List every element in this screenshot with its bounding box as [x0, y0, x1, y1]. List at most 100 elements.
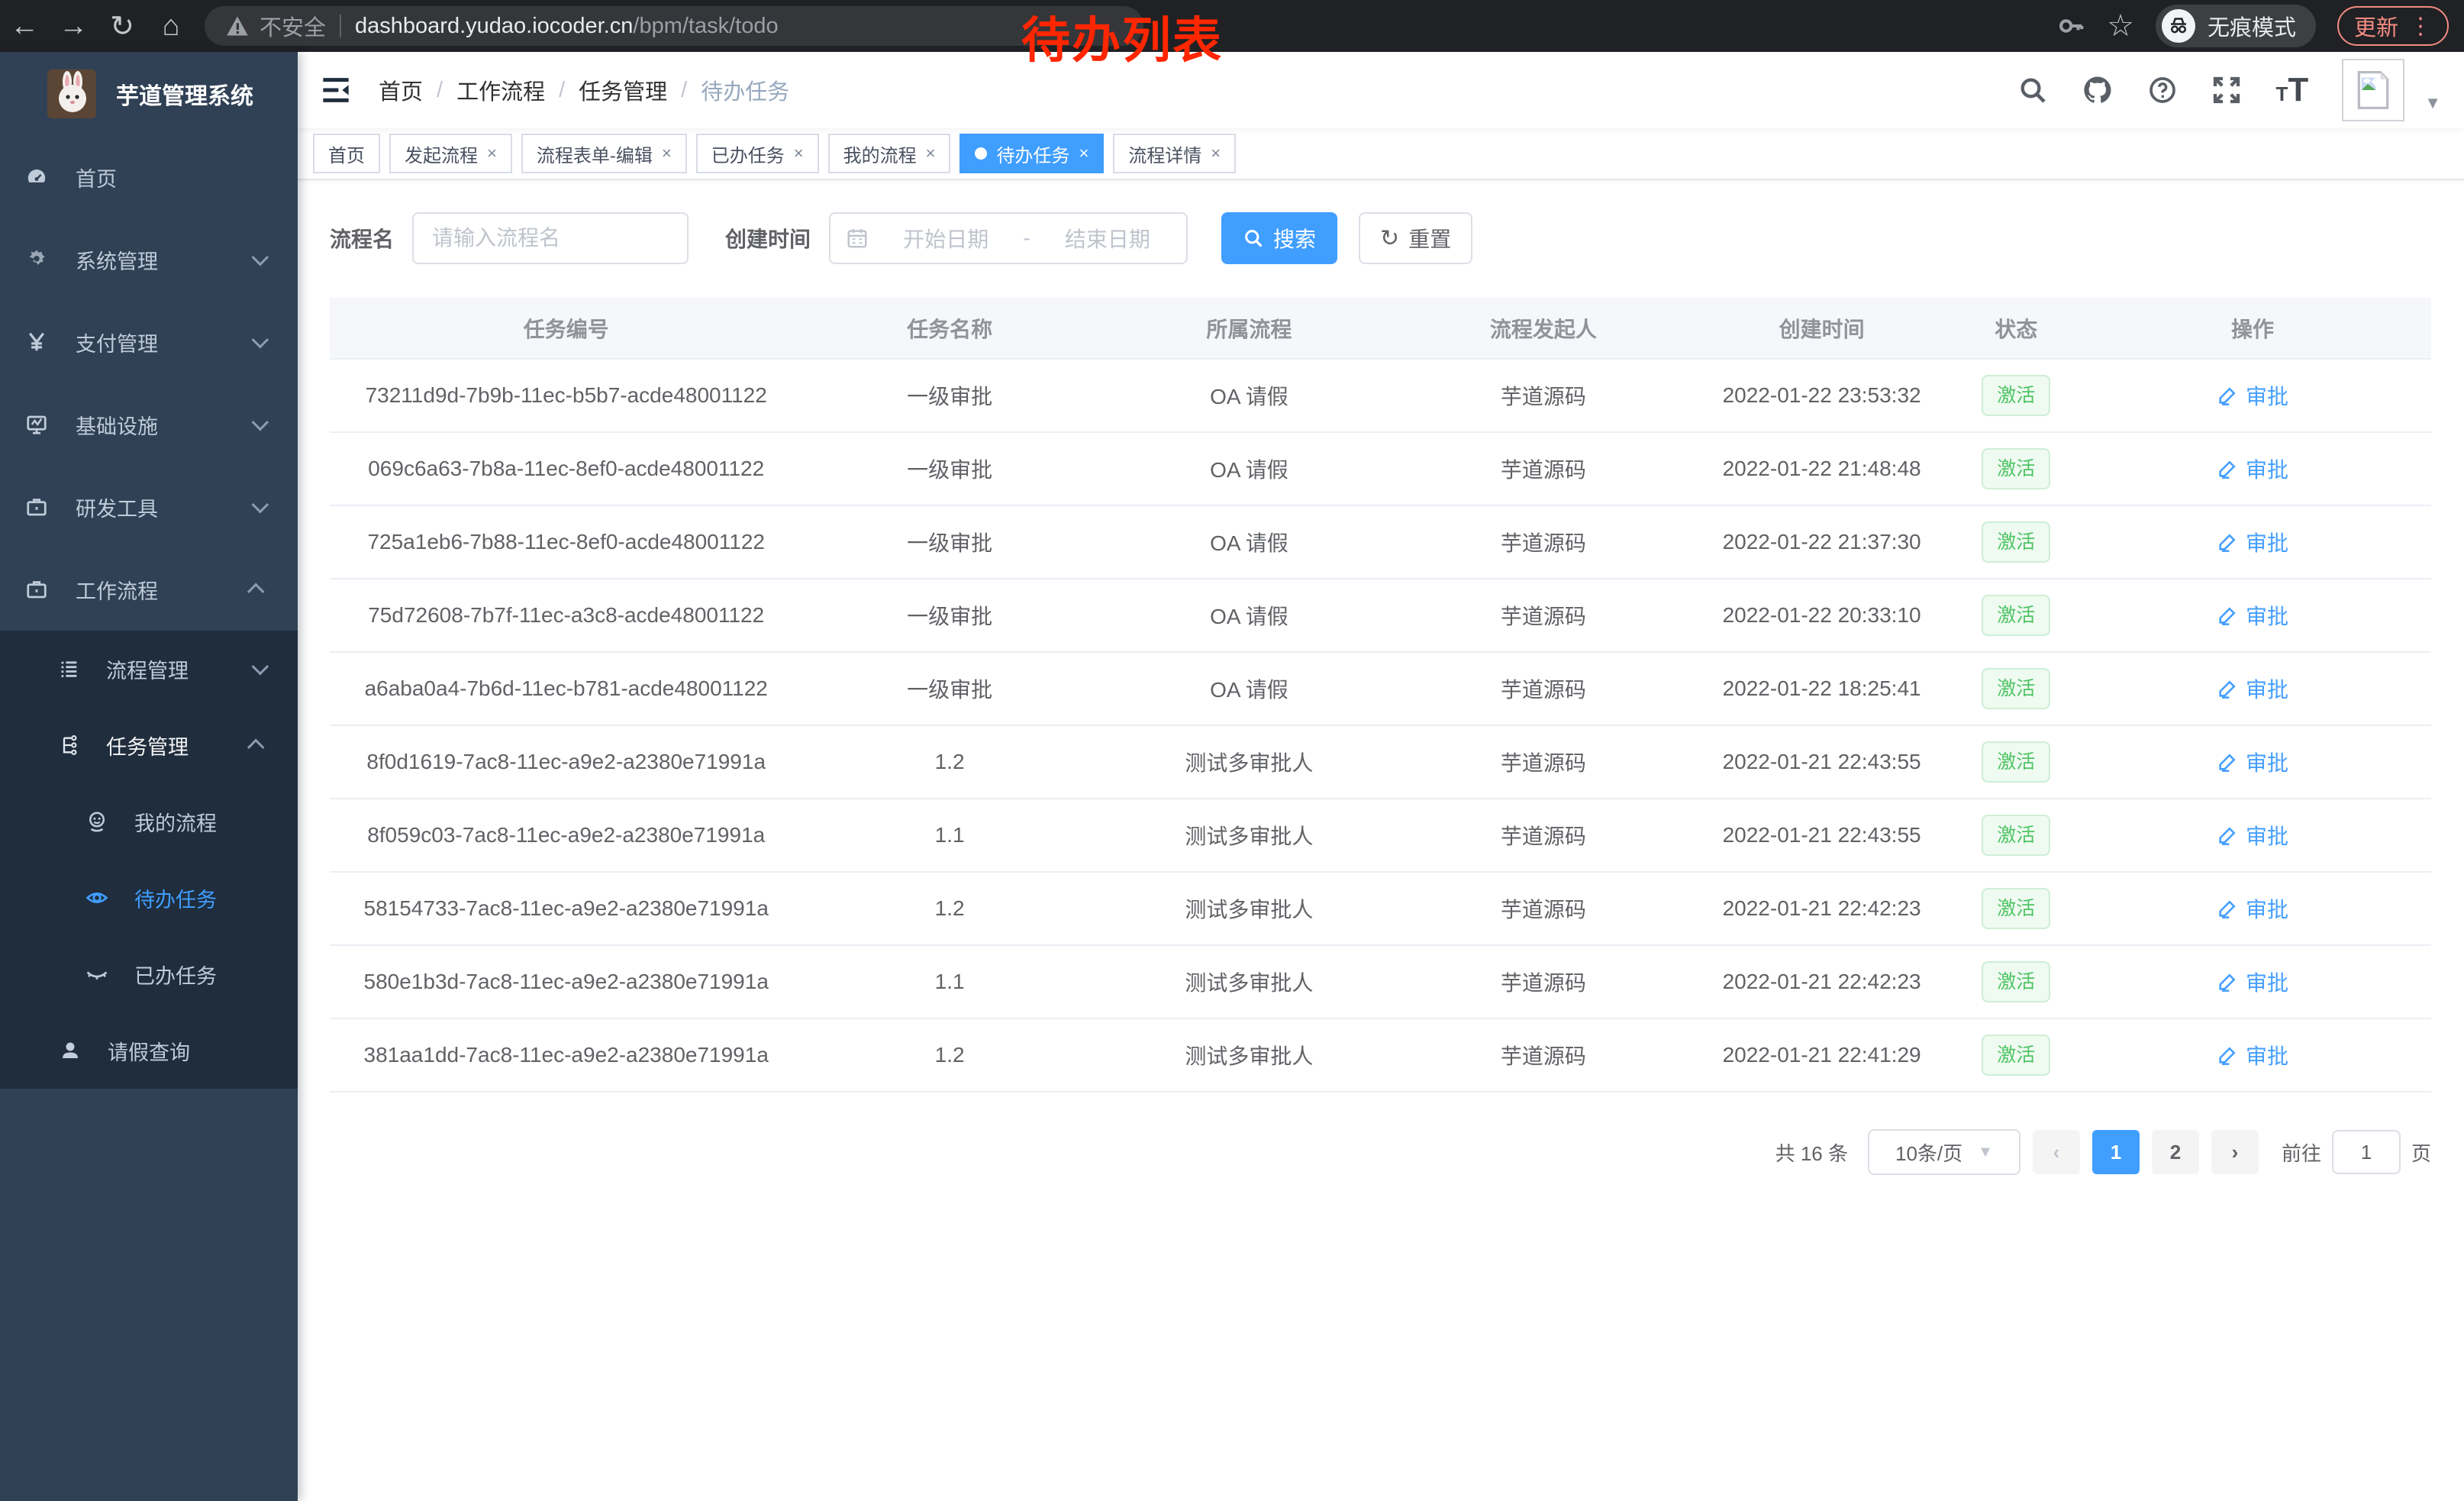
sidebar-item-home[interactable]: 首页	[0, 136, 298, 218]
page-button-2[interactable]: 2	[2152, 1130, 2199, 1174]
sidebar-item-label: 请假查询	[108, 1036, 190, 1066]
font-size-icon[interactable]: TT	[2275, 71, 2308, 109]
bookmark-star-icon[interactable]: ☆	[2107, 8, 2134, 44]
edit-pencil-icon	[2217, 531, 2238, 553]
goto-page-input[interactable]	[2332, 1130, 2401, 1174]
breadcrumb-workflow[interactable]: 工作流程	[456, 74, 545, 106]
col-starter: 流程发起人	[1401, 298, 1685, 359]
page-size-select[interactable]: 10条/页 ▼	[1868, 1129, 2021, 1175]
reset-button[interactable]: ↻ 重置	[1359, 212, 1472, 264]
tags-view-bar: 首页 发起流程× 流程表单-编辑 × 已办任务× 我的流程 × 待办任务× 流程详情…	[298, 128, 2464, 180]
close-icon[interactable]: ×	[794, 144, 804, 163]
approve-button[interactable]: 审批	[2217, 454, 2288, 484]
approve-button[interactable]: 审批	[2217, 527, 2288, 557]
sidebar-item-payment[interactable]: 支付管理	[0, 301, 298, 383]
cell-task-id: 58154733-7ac8-11ec-a9e2-a2380e71991a	[330, 872, 802, 945]
workflow-submenu: 流程管理 任务管理 我的流程 待办任务 已办	[0, 631, 298, 1089]
tab-todo-task[interactable]: 待办任务×	[959, 134, 1104, 173]
cell-actions: 审批	[2074, 432, 2431, 505]
create-time-label: 创建时间	[725, 223, 811, 253]
cell-status: 激活	[1959, 799, 2074, 872]
breadcrumb-home[interactable]: 首页	[379, 74, 423, 106]
screen: ← → ↻ ⌂ 不安全 dashboard.yudao.iocoder.cn /…	[0, 0, 2464, 1501]
avatar-caret-icon[interactable]: ▼	[2424, 93, 2441, 113]
tab-process-detail[interactable]: 流程详情×	[1113, 134, 1236, 173]
address-bar[interactable]: 不安全 dashboard.yudao.iocoder.cn /bpm/task…	[205, 6, 1143, 46]
approve-button[interactable]: 审批	[2217, 600, 2288, 631]
approve-button[interactable]: 审批	[2217, 380, 2288, 411]
cell-task-name: 1.1	[802, 945, 1096, 1018]
end-date-input[interactable]: 结束日期	[1044, 223, 1171, 253]
browser-back-icon[interactable]: ←	[0, 10, 49, 43]
sidebar-item-workflow[interactable]: 工作流程	[0, 548, 298, 631]
help-icon[interactable]	[2147, 75, 2178, 105]
close-icon[interactable]: ×	[926, 144, 936, 163]
tab-home[interactable]: 首页	[313, 134, 380, 173]
update-button[interactable]: 更新 ⋮	[2337, 6, 2449, 46]
process-name-input[interactable]	[412, 212, 689, 264]
sidebar-item-my-process[interactable]: 我的流程	[0, 783, 298, 860]
key-icon[interactable]	[2056, 11, 2085, 40]
cell-actions: 审批	[2074, 1018, 2431, 1092]
breadcrumb-task-mgmt[interactable]: 任务管理	[579, 74, 667, 106]
tab-label: 流程表单-编辑	[537, 140, 653, 167]
browser-reload-icon[interactable]: ↻	[98, 9, 147, 44]
security-label[interactable]: 不安全	[260, 10, 326, 42]
approve-button[interactable]: 审批	[2217, 1040, 2288, 1070]
sidebar-item-system[interactable]: 系统管理	[0, 218, 298, 301]
date-range-picker[interactable]: 开始日期 - 结束日期	[829, 212, 1188, 264]
approve-button[interactable]: 审批	[2217, 673, 2288, 704]
close-icon[interactable]: ×	[487, 144, 497, 163]
search-button-label: 搜索	[1273, 223, 1316, 253]
tab-process-form-edit[interactable]: 流程表单-编辑 ×	[521, 134, 687, 173]
approve-button[interactable]: 审批	[2217, 820, 2288, 851]
sidebar-item-done-task[interactable]: 已办任务	[0, 936, 298, 1012]
cell-actions: 审批	[2074, 799, 2431, 872]
cell-starter: 芋道源码	[1401, 505, 1685, 579]
status-badge: 激活	[1982, 521, 2050, 563]
approve-button[interactable]: 审批	[2217, 967, 2288, 997]
tab-label: 我的流程	[843, 140, 917, 167]
page-button-1[interactable]: 1	[2092, 1130, 2140, 1174]
cell-process: 测试多审批人	[1097, 945, 1401, 1018]
cell-actions: 审批	[2074, 359, 2431, 432]
col-process: 所属流程	[1097, 298, 1401, 359]
app-logo[interactable]: 芋道管理系统	[0, 52, 298, 136]
browser-forward-icon[interactable]: →	[49, 10, 98, 43]
search-button[interactable]: 搜索	[1221, 212, 1337, 264]
avatar[interactable]	[2342, 59, 2404, 121]
fullscreen-icon[interactable]	[2211, 75, 2242, 105]
prev-page-button[interactable]: ‹	[2033, 1130, 2080, 1174]
sidebar-item-devtools[interactable]: 研发工具	[0, 466, 298, 548]
incognito-label: 无痕模式	[2208, 10, 2296, 42]
navbar-actions: TT ▼	[2017, 59, 2441, 121]
table-row: 580e1b3d-7ac8-11ec-a9e2-a2380e71991a 1.1…	[330, 945, 2431, 1018]
browser-chrome: ← → ↻ ⌂ 不安全 dashboard.yudao.iocoder.cn /…	[0, 0, 2464, 52]
next-page-button[interactable]: ›	[2211, 1130, 2259, 1174]
cell-status: 激活	[1959, 652, 2074, 725]
cell-create-time: 2022-01-21 22:43:55	[1685, 725, 1959, 799]
font-size-small: T	[2275, 82, 2288, 105]
sidebar-item-process-mgmt[interactable]: 流程管理	[0, 631, 298, 707]
approve-button[interactable]: 审批	[2217, 893, 2288, 924]
tab-done-task[interactable]: 已办任务×	[696, 134, 819, 173]
close-icon[interactable]: ×	[1079, 144, 1088, 163]
search-icon[interactable]	[2017, 75, 2048, 105]
approve-button[interactable]: 审批	[2217, 747, 2288, 777]
menu-dots-icon[interactable]: ⋮	[2409, 13, 2432, 40]
sidebar: 芋道管理系统 首页 系统管理 支付管理 基础设施	[0, 52, 298, 1501]
close-icon[interactable]: ×	[662, 144, 672, 163]
close-icon[interactable]: ×	[1211, 144, 1221, 163]
start-date-input[interactable]: 开始日期	[882, 223, 1009, 253]
sidebar-item-task-mgmt[interactable]: 任务管理	[0, 707, 298, 783]
collapse-sidebar-icon[interactable]	[321, 77, 351, 103]
page-size-value: 10条/页	[1895, 1138, 1962, 1167]
sidebar-item-leave-query[interactable]: 请假查询	[0, 1012, 298, 1089]
sidebar-item-infra[interactable]: 基础设施	[0, 383, 298, 466]
tab-my-process[interactable]: 我的流程 ×	[828, 134, 951, 173]
github-icon[interactable]	[2082, 74, 2114, 106]
table-row: a6aba0a4-7b6d-11ec-b781-acde48001122 一级审…	[330, 652, 2431, 725]
tab-start-process[interactable]: 发起流程×	[389, 134, 512, 173]
browser-home-icon[interactable]: ⌂	[147, 10, 195, 43]
sidebar-item-todo-task[interactable]: 待办任务	[0, 860, 298, 936]
